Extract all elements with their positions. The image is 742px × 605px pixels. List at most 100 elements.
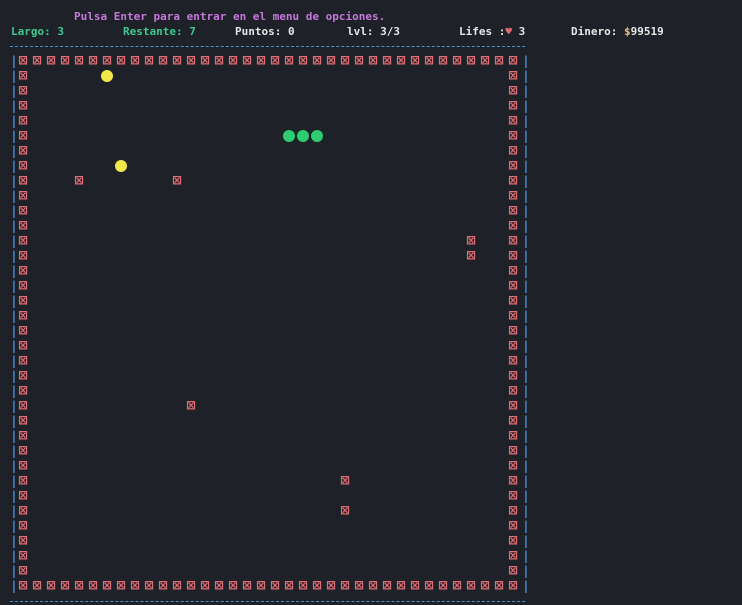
food-pellet — [101, 70, 113, 82]
left-edge-bar: | — [12, 504, 16, 518]
wall-block-right: ⊠ — [508, 263, 518, 277]
left-edge-bar: | — [12, 294, 16, 308]
wall-block-bottom: ⊠ — [242, 578, 252, 592]
wall-block-bottom: ⊠ — [480, 578, 490, 592]
wall-block-left: ⊠ — [18, 443, 28, 457]
left-edge-bar: | — [12, 339, 16, 353]
wall-block-right: ⊠ — [508, 233, 518, 247]
wall-block-bottom: ⊠ — [116, 578, 126, 592]
wall-block-left: ⊠ — [18, 398, 28, 412]
left-edge-bar: | — [12, 564, 16, 578]
wall-block-top: ⊠ — [270, 53, 280, 67]
left-edge-bar: | — [12, 354, 16, 368]
wall-block-top: ⊠ — [382, 53, 392, 67]
wall-block-top: ⊠ — [424, 53, 434, 67]
left-edge-bar: | — [12, 99, 16, 113]
wall-block-left: ⊠ — [18, 488, 28, 502]
wall-block-bottom: ⊠ — [368, 578, 378, 592]
level-value: 3/3 — [380, 25, 400, 38]
largo-label: Largo: — [11, 25, 51, 38]
right-edge-bar: | — [524, 324, 528, 338]
wall-block-bottom: ⊠ — [74, 578, 84, 592]
wall-block-top: ⊠ — [130, 53, 140, 67]
right-edge-bar: | — [524, 579, 528, 593]
right-edge-bar: | — [524, 69, 528, 83]
left-edge-bar: | — [12, 519, 16, 533]
wall-block-right: ⊠ — [508, 188, 518, 202]
left-edge-bar: | — [12, 369, 16, 383]
left-edge-bar: | — [12, 204, 16, 218]
wall-block-left: ⊠ — [18, 68, 28, 82]
left-edge-bar: | — [12, 579, 16, 593]
wall-block-right: ⊠ — [508, 398, 518, 412]
wall-block-right: ⊠ — [508, 113, 518, 127]
wall-block-left: ⊠ — [18, 518, 28, 532]
wall-block-left: ⊠ — [18, 188, 28, 202]
wall-block-right: ⊠ — [508, 503, 518, 517]
right-edge-bar: | — [524, 489, 528, 503]
wall-block-left: ⊠ — [18, 413, 28, 427]
largo-stat: Largo: 3 — [11, 25, 64, 38]
wall-block-right: ⊠ — [508, 218, 518, 232]
wall-block-top: ⊠ — [312, 53, 322, 67]
wall-block-left: ⊠ — [18, 293, 28, 307]
wall-block-left: ⊠ — [18, 98, 28, 112]
wall-block-top: ⊠ — [102, 53, 112, 67]
wall-block-top: ⊠ — [480, 53, 490, 67]
right-edge-bar: | — [524, 429, 528, 443]
right-edge-bar: | — [524, 444, 528, 458]
wall-block-bottom: ⊠ — [284, 578, 294, 592]
food-pellet — [115, 160, 127, 172]
right-edge-bar: | — [524, 474, 528, 488]
wall-block-right: ⊠ — [508, 248, 518, 262]
left-edge-bar: | — [12, 264, 16, 278]
largo-value: 3 — [57, 25, 64, 38]
wall-block-right: ⊠ — [508, 68, 518, 82]
level-label: lvl: — [347, 25, 374, 38]
game-board: ⊠ ⊠ ⊠ ⊠ ⊠ ⊠ ⊠ ⊠ ⊠ ⊠ ⊠ ⊠ ⊠ ⊠ ⊠ ⊠ ⊠ ⊠ ⊠ ⊠ ⊠ ⊠ ⊠ ⊠ ⊠ ⊠ ⊠ ⊠ ⊠ ⊠ ⊠ ⊠ ⊠ ⊠ ⊠ ⊠ ⊠ ⊠ ⊠ ⊠… — [12, 53, 528, 593]
wall-block-top: ⊠ — [256, 53, 266, 67]
left-edge-bar: | — [12, 159, 16, 173]
wall-block-left: ⊠ — [18, 158, 28, 172]
wall-block-right: ⊠ — [508, 548, 518, 562]
wall-block-right: ⊠ — [508, 383, 518, 397]
wall-block-left: ⊠ — [18, 233, 28, 247]
wall-block-top: ⊠ — [88, 53, 98, 67]
right-edge-bar: | — [524, 279, 528, 293]
wall-block-bottom: ⊠ — [354, 578, 364, 592]
right-edge-bar: | — [524, 54, 528, 68]
wall-block-top: ⊠ — [46, 53, 56, 67]
left-edge-bar: | — [12, 54, 16, 68]
wall-block-left: ⊠ — [18, 503, 28, 517]
wall-block-bottom: ⊠ — [410, 578, 420, 592]
snake-segment — [311, 130, 323, 142]
left-edge-bar: | — [12, 69, 16, 83]
wall-block-left: ⊠ — [18, 428, 28, 442]
restante-value: 7 — [189, 25, 196, 38]
right-edge-bar: | — [524, 534, 528, 548]
wall-block-left: ⊠ — [18, 263, 28, 277]
right-edge-bar: | — [524, 384, 528, 398]
wall-block-top: ⊠ — [410, 53, 420, 67]
right-edge-bar: | — [524, 174, 528, 188]
wall-block-top: ⊠ — [466, 53, 476, 67]
left-edge-bar: | — [12, 84, 16, 98]
wall-block-bottom: ⊠ — [326, 578, 336, 592]
level-stat: lvl: 3/3 — [347, 25, 400, 38]
right-edge-bar: | — [524, 234, 528, 248]
obstacle-block: ⊠ — [466, 248, 476, 262]
wall-block-right: ⊠ — [508, 533, 518, 547]
dinero-value: 99519 — [630, 25, 664, 38]
wall-block-bottom: ⊠ — [102, 578, 112, 592]
wall-block-top: ⊠ — [298, 53, 308, 67]
wall-block-right: ⊠ — [508, 563, 518, 577]
wall-block-bottom: ⊠ — [312, 578, 322, 592]
wall-block-left: ⊠ — [18, 248, 28, 262]
wall-block-right: ⊠ — [508, 143, 518, 157]
right-edge-bar: | — [524, 399, 528, 413]
wall-block-bottom: ⊠ — [46, 578, 56, 592]
obstacle-block: ⊠ — [74, 173, 84, 187]
left-edge-bar: | — [12, 279, 16, 293]
wall-block-top: ⊠ — [186, 53, 196, 67]
wall-block-left: ⊠ — [18, 548, 28, 562]
